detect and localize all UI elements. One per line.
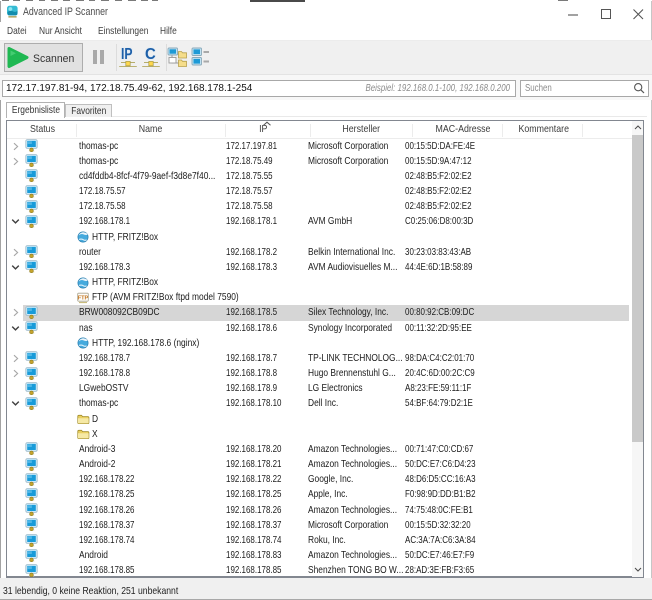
svg-text:FTP: FTP <box>78 295 89 301</box>
